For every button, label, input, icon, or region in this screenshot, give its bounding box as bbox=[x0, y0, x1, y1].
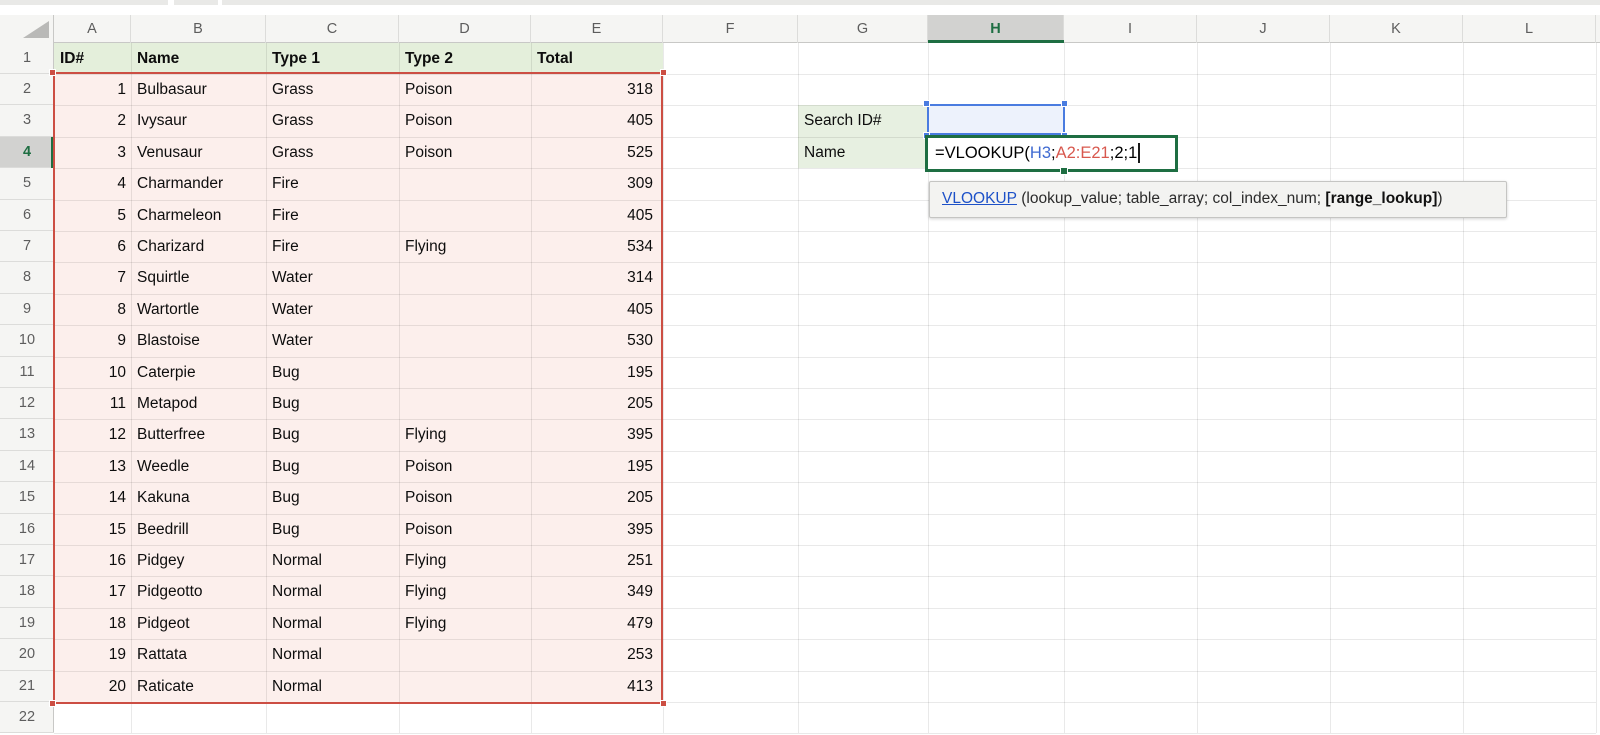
referenced-cell-h3[interactable] bbox=[927, 104, 1065, 136]
formula-segment: ;2;1 bbox=[1110, 144, 1138, 163]
tooltip-signature-text: ) bbox=[1437, 190, 1442, 208]
formula-segment: A2:E21 bbox=[1056, 144, 1110, 163]
function-hint-tooltip: VLOOKUP (lookup_value; table_array; col_… bbox=[929, 181, 1507, 218]
text-caret bbox=[1138, 143, 1140, 163]
spreadsheet: ABCDEFGHIJKL1234567891011121314151617181… bbox=[0, 0, 1600, 735]
vlookup-help-link[interactable]: VLOOKUP bbox=[942, 190, 1017, 208]
tooltip-signature-text: (lookup_value; table_array; col_index_nu… bbox=[1017, 190, 1325, 208]
range-handle-bottom-right[interactable] bbox=[660, 700, 667, 707]
reference-handle-top-right[interactable] bbox=[1061, 100, 1068, 107]
reference-handle-top-left[interactable] bbox=[923, 100, 930, 107]
formula-segment: =VLOOKUP( bbox=[935, 144, 1030, 163]
overlays-layer: =VLOOKUP(H3;A2:E21;2;1 VLOOKUP (lookup_va… bbox=[0, 0, 1600, 735]
range-handle-bottom-left[interactable] bbox=[49, 700, 56, 707]
tooltip-signature-text: [range_lookup] bbox=[1325, 190, 1437, 208]
range-handle-top-left[interactable] bbox=[49, 69, 56, 76]
formula-editor-cell-h4[interactable]: =VLOOKUP(H3;A2:E21;2;1 bbox=[925, 135, 1178, 172]
range-handle-top-right[interactable] bbox=[660, 69, 667, 76]
fill-handle[interactable] bbox=[1060, 167, 1068, 175]
formula-range-highlight-a2-e21 bbox=[53, 72, 664, 704]
formula-segment: H3 bbox=[1030, 144, 1051, 163]
